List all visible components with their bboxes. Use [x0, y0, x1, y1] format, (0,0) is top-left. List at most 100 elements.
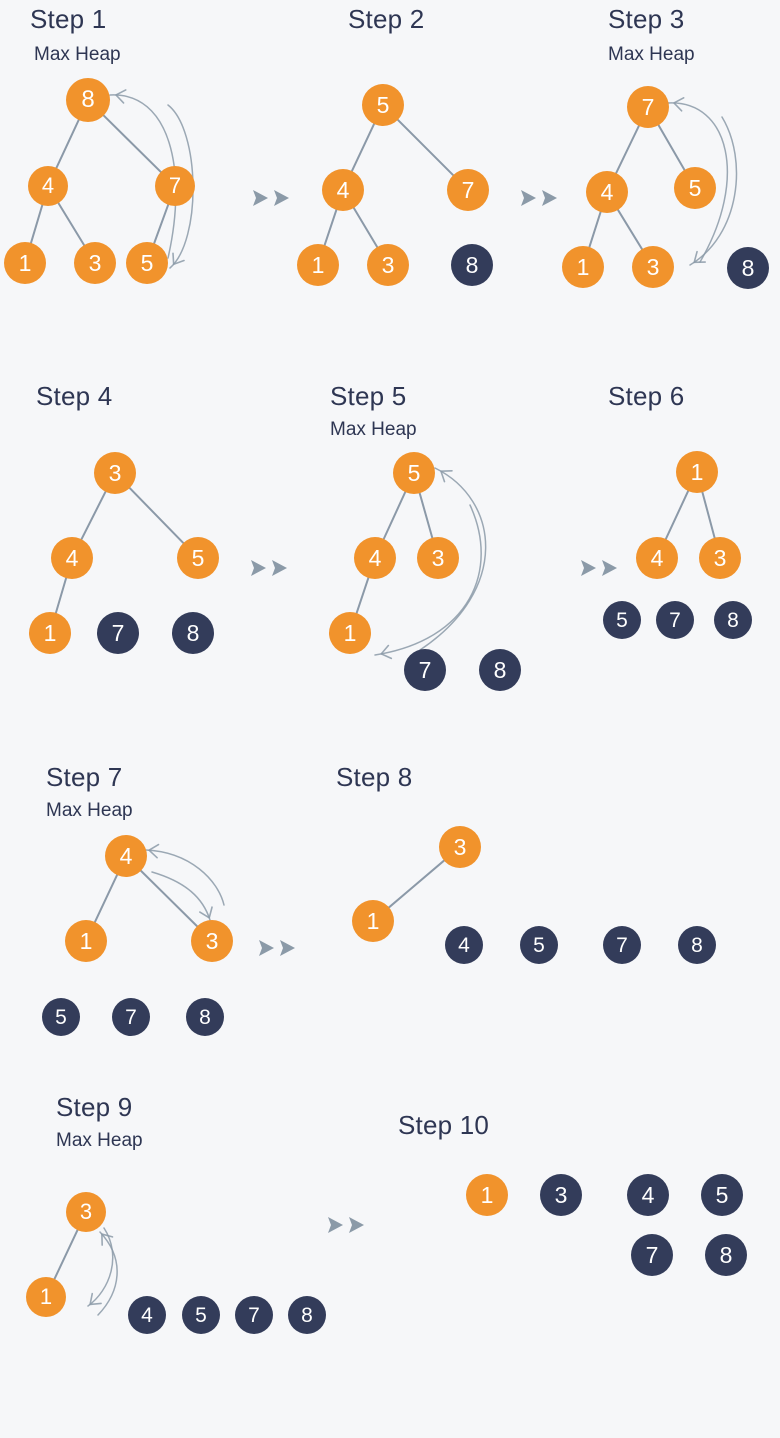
- heap-node: 3: [367, 244, 409, 286]
- heap-node: 1: [29, 612, 71, 654]
- heap-node: 3: [191, 920, 233, 962]
- step-4-title: Step 4: [36, 381, 113, 411]
- heap-node: 8: [705, 1234, 747, 1276]
- step-6-edges: [664, 488, 717, 542]
- step-10-title: Step 10: [398, 1110, 490, 1140]
- heap-node: 1: [466, 1174, 508, 1216]
- heap-node: 5: [701, 1174, 743, 1216]
- tree-edge: [56, 200, 87, 248]
- swap-arrow-head: [115, 89, 127, 104]
- heap-node: 5: [603, 601, 641, 639]
- heap-node: 1: [4, 242, 46, 284]
- heap-node: 3: [74, 242, 116, 284]
- heap-node: 7: [404, 649, 446, 691]
- tree-edge: [615, 207, 645, 252]
- step-9-title: Step 9: [56, 1092, 133, 1122]
- swap-arrow-curve: [374, 504, 482, 656]
- heap-node: 8: [288, 1296, 326, 1334]
- heap-node: 7: [627, 86, 669, 128]
- heap-node: 7: [631, 1234, 673, 1276]
- step-2-title: Step 2: [348, 4, 425, 34]
- step-9-swap-arrows: [87, 1227, 118, 1316]
- step-separator-arrow-icon: [250, 558, 289, 578]
- step-8-title: Step 8: [336, 762, 413, 792]
- step-1-title: Step 1: [30, 4, 107, 34]
- step-1-subtitle: Max Heap: [34, 44, 121, 65]
- heap-node: 7: [97, 612, 139, 654]
- heap-node: 8: [451, 244, 493, 286]
- step-separator-arrow-icon: [252, 188, 291, 208]
- swap-arrow-head: [673, 97, 685, 112]
- tree-edge: [127, 485, 186, 546]
- step-separator-arrow-icon: [520, 188, 559, 208]
- heap-node: 4: [586, 171, 628, 213]
- heap-node: 5: [520, 926, 558, 964]
- swap-arrow-head: [172, 252, 185, 266]
- heap-node: 4: [636, 537, 678, 579]
- swap-arrow-curve: [151, 871, 211, 921]
- swap-arrow-head: [101, 1233, 114, 1246]
- tree-edge: [93, 872, 119, 925]
- heap-node: 1: [352, 900, 394, 942]
- heap-node: 5: [362, 84, 404, 126]
- heap-node: 7: [447, 169, 489, 211]
- tree-edge: [351, 205, 380, 250]
- step-7-title: Step 7: [46, 762, 123, 792]
- heap-node: 3: [94, 452, 136, 494]
- tree-edge: [355, 575, 370, 616]
- heap-node: 4: [128, 1296, 166, 1334]
- swap-arrow-head: [693, 250, 706, 264]
- heap-node: 4: [51, 537, 93, 579]
- heap-node: 3: [417, 537, 459, 579]
- heap-node: 1: [297, 244, 339, 286]
- heap-node: 5: [126, 242, 168, 284]
- heap-node: 8: [479, 649, 521, 691]
- heap-node: 4: [354, 537, 396, 579]
- heap-node: 5: [674, 167, 716, 209]
- heap-node: 4: [28, 166, 68, 206]
- heap-node: 5: [182, 1296, 220, 1334]
- swap-arrow-head: [380, 644, 393, 660]
- tree-edge: [381, 489, 408, 542]
- step-7-edges: [93, 868, 200, 929]
- tree-edge: [418, 490, 434, 541]
- tree-edge: [386, 858, 447, 910]
- step-5-title: Step 5: [330, 381, 407, 411]
- step-3-subtitle: Max Heap: [608, 44, 695, 65]
- step-8-edges: [386, 858, 447, 910]
- tree-edge: [587, 209, 603, 250]
- heap-node: 5: [177, 537, 219, 579]
- swap-arrow-curve: [145, 849, 225, 906]
- tree-edge: [700, 489, 717, 541]
- tree-edge: [614, 123, 641, 176]
- heap-node: 4: [445, 926, 483, 964]
- heap-node: 7: [155, 166, 195, 206]
- tree-edge: [29, 202, 44, 246]
- step-9-subtitle: Max Heap: [56, 1130, 143, 1151]
- heap-node: 4: [627, 1174, 669, 1216]
- tree-edge: [664, 488, 690, 542]
- heap-node: 3: [540, 1174, 582, 1216]
- step-7-subtitle: Max Heap: [46, 800, 133, 821]
- heap-node: 7: [656, 601, 694, 639]
- heap-node: 4: [105, 835, 147, 877]
- heap-node: 1: [329, 612, 371, 654]
- heap-node: 3: [632, 246, 674, 288]
- tree-edge: [138, 868, 200, 929]
- tree-edge: [54, 575, 68, 616]
- heap-node: 8: [172, 612, 214, 654]
- heap-node: 8: [714, 601, 752, 639]
- tree-edge: [54, 117, 81, 171]
- tree-edge: [323, 207, 338, 248]
- heap-node: 5: [42, 998, 80, 1036]
- heap-node: 7: [112, 998, 150, 1036]
- heap-node: 3: [699, 537, 741, 579]
- swap-arrow-curve: [87, 1227, 114, 1307]
- heap-node: 3: [66, 1192, 106, 1232]
- heap-node: 1: [676, 451, 718, 493]
- tree-edge: [656, 122, 687, 173]
- tree-edge: [350, 121, 376, 174]
- tree-edge: [79, 488, 108, 543]
- swap-arrow-head: [199, 906, 213, 919]
- swap-arrow-curve: [97, 1231, 118, 1316]
